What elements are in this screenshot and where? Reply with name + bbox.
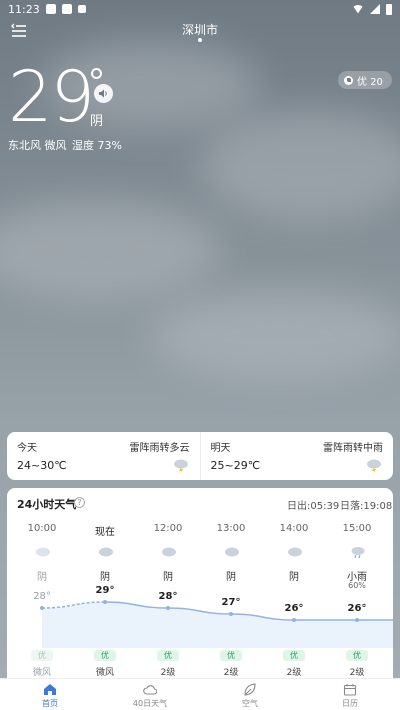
current-temperature: 29 (8, 56, 95, 138)
today-forecast[interactable]: 今天 雷阵雨转多云 24~30℃ (7, 432, 200, 480)
hourly-item: 现在阴 29° 优微风 (75, 488, 135, 688)
cloud-icon (162, 547, 176, 557)
sky-cloud (200, 110, 400, 220)
hour-temperature: 26° (284, 603, 304, 614)
day-condition: 雷阵雨转中雨 (323, 443, 383, 454)
hourly-forecast-card[interactable]: 24小时天气 ? 日出:05:39 日落:19:08 10:00 阴 28° 优微风现… (7, 488, 393, 688)
status-bar: 11:23 (0, 0, 400, 18)
page-indicator-dot (198, 38, 202, 42)
hour-temperature: 26° (347, 603, 367, 614)
hour-condition: 阴 (289, 572, 299, 583)
hourly-item: 12:00 阴 28° 优 2级 (138, 488, 198, 688)
signal-icon (370, 4, 380, 14)
hour-aqi-badge: 优 (220, 650, 242, 661)
precipitation-probability: 60% (348, 581, 366, 590)
hour-temperature: 27° (221, 597, 241, 608)
hour-temperature: 28° (33, 591, 51, 602)
hourly-item: 13:00 阴 27° 优 2级 (201, 488, 261, 688)
hourly-item: 14:00 阴 26° 优 2级 (264, 488, 324, 688)
home-icon (44, 684, 56, 695)
sky-cloud (150, 290, 400, 380)
daily-forecast-card: 今天 雷阵雨转多云 24~30℃ 明天 雷阵雨转中雨 25~29℃ (7, 432, 393, 480)
nav-item-1[interactable]: 40日天气 (100, 679, 200, 710)
nav-label: 首页 (42, 699, 58, 708)
current-humidity: 湿度 73% (72, 139, 122, 152)
speaker-icon (99, 89, 107, 98)
nav-item-3[interactable]: 日历 (300, 679, 400, 710)
bottom-navigation: 首页 40日天气 空气 日历 (0, 678, 400, 710)
nav-item-0[interactable]: 首页 (0, 679, 100, 710)
light-rain-icon (351, 547, 365, 558)
wifi-icon (352, 4, 364, 14)
cloud-icon (288, 547, 302, 557)
nav-item-2[interactable]: 空气 (200, 679, 300, 710)
hour-wind: 微风 (32, 668, 51, 678)
day-temperature-range: 24~30℃ (17, 459, 67, 472)
hour-temperature: 28° (158, 591, 178, 602)
hour-time: 12:00 (153, 523, 183, 534)
current-wind: 东北风 微风 (8, 139, 67, 152)
cloud-icon (225, 547, 239, 557)
hour-condition: 阴 (100, 572, 110, 583)
hour-time: 13:00 (216, 523, 246, 534)
hour-wind: 2级 (160, 668, 176, 678)
hour-wind: 2级 (286, 668, 302, 678)
hour-aqi-badge: 优 (31, 650, 53, 661)
gallery-icon (61, 4, 72, 14)
voice-broadcast-button[interactable] (94, 84, 113, 103)
hour-temperature: 29° (95, 585, 115, 596)
hour-aqi-badge: 优 (346, 650, 368, 661)
current-condition: 阴 (90, 114, 104, 129)
cloud-icon (99, 547, 113, 557)
status-time: 11:23 (8, 2, 40, 16)
city-title[interactable]: 深圳市 (0, 21, 400, 38)
tomorrow-forecast[interactable]: 明天 雷阵雨转中雨 25~29℃ (199, 432, 394, 480)
hourly-item: 15:00 小雨 60% 26° 优 2级 (327, 488, 387, 688)
hour-wind: 微风 (95, 668, 114, 678)
hour-wind: 2级 (349, 668, 365, 678)
thunder-rain-icon (173, 459, 188, 474)
hour-aqi-badge: 优 (283, 650, 305, 661)
cloud-icon (36, 547, 50, 557)
hour-condition: 阴 (37, 572, 47, 583)
sky-cloud (0, 200, 220, 300)
nav-label: 空气 (242, 699, 258, 708)
nav-label: 40日天气 (132, 699, 168, 708)
thunder-rain-icon (367, 459, 381, 474)
degree-symbol (91, 68, 102, 79)
hour-wind: 2级 (223, 668, 239, 678)
hour-condition: 阴 (226, 572, 236, 583)
app-notification-icon (77, 5, 86, 13)
hour-aqi-badge: 优 (94, 650, 116, 661)
aqi-badge[interactable]: 优 20 (338, 71, 392, 89)
hour-time: 14:00 (279, 523, 309, 534)
hour-time: 15:00 (342, 523, 372, 534)
battery-icon (386, 3, 392, 15)
day-condition: 雷阵雨转多云 (129, 443, 190, 454)
day-temperature-range: 25~29℃ (210, 459, 261, 472)
aqi-value: 优 20 (357, 76, 383, 88)
hour-time: 10:00 (27, 523, 57, 534)
nav-label: 日历 (342, 699, 358, 708)
notification-icon (45, 4, 56, 14)
hour-aqi-badge: 优 (157, 650, 179, 661)
calendar-icon (343, 684, 357, 696)
hour-time: 现在 (95, 527, 115, 538)
leaf-icon (244, 683, 256, 696)
cloud-icon (143, 685, 157, 695)
hourly-item: 10:00 阴 28° 优微风 (12, 488, 72, 688)
leaf-icon (344, 75, 353, 85)
hour-condition: 阴 (163, 572, 173, 583)
